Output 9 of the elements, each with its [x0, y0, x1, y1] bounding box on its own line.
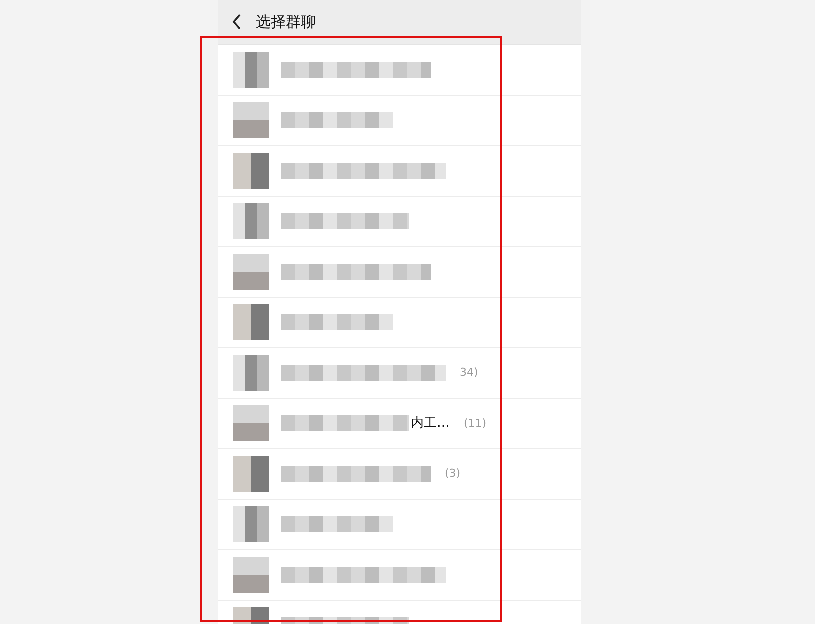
group-row[interactable]: 34) — [218, 348, 581, 398]
member-count: 34) — [460, 366, 478, 380]
group-name: 内工… — [411, 415, 450, 432]
member-count: (11) — [464, 416, 487, 430]
member-count: (3) — [445, 467, 461, 480]
back-icon[interactable] — [232, 14, 242, 30]
page-title: 选择群聊 — [256, 12, 316, 32]
group-row[interactable]: (3) — [218, 449, 581, 500]
group-row[interactable]: 内工… (11) — [218, 398, 581, 449]
